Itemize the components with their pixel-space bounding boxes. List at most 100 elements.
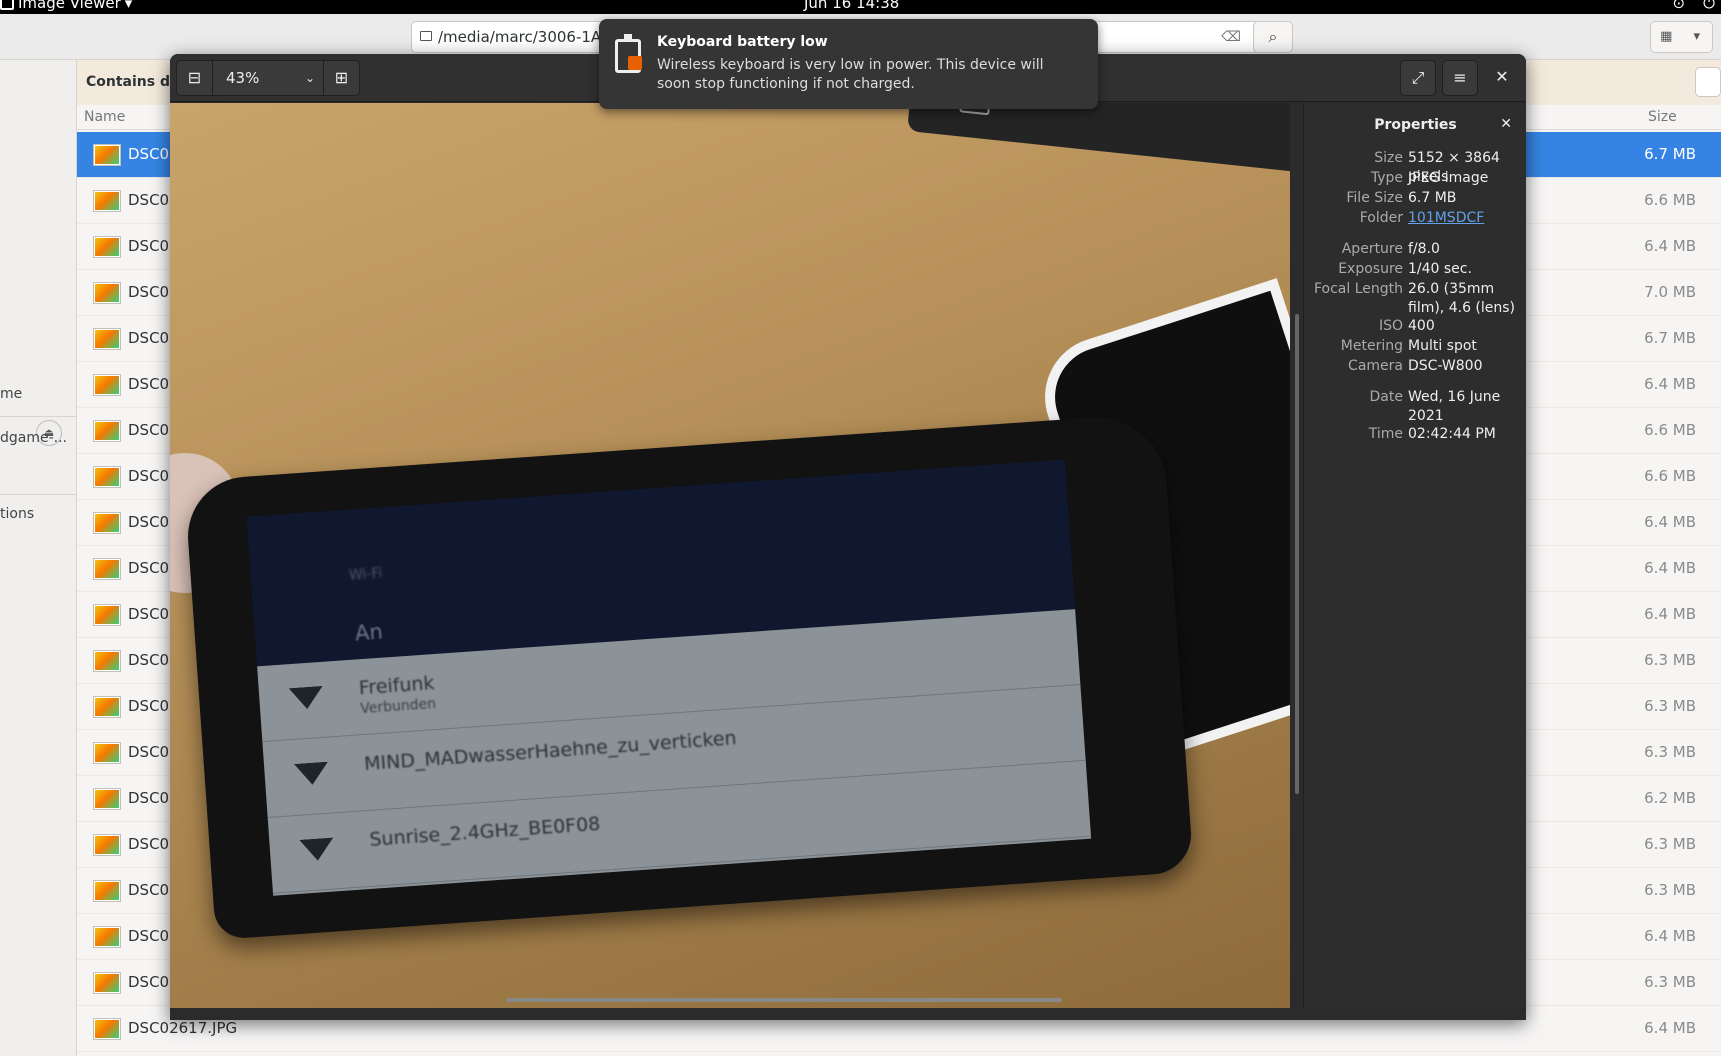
prop-label: Exposure (1338, 261, 1403, 277)
image-file-icon (94, 835, 120, 855)
file-size: 6.4 MB (1644, 237, 1696, 255)
app-name: Image Viewer (18, 0, 121, 12)
file-size: 6.4 MB (1644, 559, 1696, 577)
image-file-icon (94, 973, 120, 993)
file-size: 6.6 MB (1644, 191, 1696, 209)
image-file-icon (94, 651, 120, 671)
wifi-lock-icon (299, 837, 334, 861)
column-size-header[interactable]: Size (1648, 109, 1677, 125)
file-name: DSC0 (128, 191, 170, 209)
grid-view-icon[interactable]: ▦ (1651, 22, 1682, 52)
prop-value: JPEG image (1408, 170, 1489, 186)
image-file-icon (94, 191, 120, 211)
info-bar-button[interactable] (1695, 67, 1721, 97)
image-file-icon (94, 421, 120, 441)
file-size: 6.4 MB (1644, 375, 1696, 393)
prop-value: f/8.0 (1408, 241, 1440, 257)
prop-label: ISO (1378, 318, 1403, 334)
file-name: DSC0 (128, 237, 170, 255)
file-size: 6.6 MB (1644, 467, 1696, 485)
photo-network-name: Sunrise_2.4GHz_BE0F08 (368, 812, 601, 851)
top-bar: Image Viewer ▾ Jun 16 14:38 ⊙ ⏻ (0, 0, 1721, 14)
file-name: DSC0 (128, 329, 170, 347)
file-name: DSC0 (128, 789, 170, 807)
hamburger-icon: ≡ (1453, 68, 1467, 87)
column-name-header[interactable]: Name (84, 109, 125, 125)
image-file-icon (94, 329, 120, 349)
chevron-down-icon[interactable]: ▾ (1682, 22, 1713, 52)
notification-body: Wireless keyboard is very low in power. … (657, 57, 1044, 92)
clear-text-icon[interactable]: ⌫ (1221, 22, 1241, 52)
prop-value: 02:42:44 PM (1408, 426, 1496, 442)
file-name: DSC0 (128, 467, 170, 485)
prop-label: Type (1370, 170, 1403, 186)
image-file-icon (94, 743, 120, 763)
wifi-icon (289, 686, 324, 710)
file-name: DSC0 (128, 697, 170, 715)
wifi-lock-icon (294, 762, 329, 786)
photo-device-top (906, 103, 1290, 175)
close-properties-icon[interactable]: ✕ (1500, 116, 1512, 132)
photo-network-name: MIND_MADwasserHaehne_zu_verticken (363, 727, 738, 776)
folder-link[interactable]: 101MSDCF (1408, 209, 1526, 228)
vertical-scrollbar[interactable] (1295, 314, 1299, 794)
image-file-icon (94, 283, 120, 303)
chevron-down-icon[interactable]: ⌄ (305, 61, 315, 95)
zoom-level-field[interactable]: 43% ⌄ (213, 60, 323, 96)
sidebar-item-other-locations[interactable]: tions (0, 506, 34, 522)
image-file-icon (94, 927, 120, 947)
search-icon: ⌕ (1268, 27, 1278, 46)
file-size: 6.6 MB (1644, 421, 1696, 439)
plus-icon: ⊞ (334, 68, 349, 87)
prop-value: DSC-W800 (1408, 358, 1483, 374)
prop-label: Focal Length (1313, 281, 1403, 297)
sidebar-item-dgame[interactable]: dgame-... (0, 430, 67, 446)
file-name: DSC02617.JPG (128, 1019, 238, 1037)
file-size: 6.3 MB (1644, 697, 1696, 715)
file-size: 6.2 MB (1644, 789, 1696, 807)
menu-button[interactable]: ≡ (1442, 60, 1478, 96)
zoom-level: 43% (226, 69, 260, 87)
divider (0, 494, 77, 495)
prop-value: Multi spot (1408, 338, 1477, 354)
view-options[interactable]: ▦ ▾ (1650, 21, 1713, 53)
fullscreen-button[interactable]: ⤢ (1400, 60, 1436, 96)
prop-label: Date (1369, 389, 1403, 405)
file-size: 6.4 MB (1644, 513, 1696, 531)
file-name: DSC0 (128, 835, 170, 853)
clock[interactable]: Jun 16 14:38 (804, 0, 899, 12)
image-canvas[interactable]: Wi-Fi An Freifunk Verbunden MIND_MADwass… (170, 103, 1290, 1008)
file-name: DSC0 (128, 605, 170, 623)
file-size: 7.0 MB (1644, 283, 1696, 301)
file-name: DSC0 (128, 283, 170, 301)
prop-value: 26.0 (35mm film), 4.6 (lens) (1408, 281, 1516, 316)
file-size: 6.4 MB (1644, 1019, 1696, 1037)
file-name: DSC0 (128, 375, 170, 393)
properties-panel: Properties ✕ Size 5152 × 3864 pixels Typ… (1303, 103, 1526, 1008)
zoom-in-button[interactable]: ⊞ (323, 60, 360, 96)
zoom-out-button[interactable]: ⊟ (176, 60, 213, 96)
image-viewer-icon (0, 0, 14, 10)
search-button[interactable]: ⌕ (1253, 21, 1293, 53)
zoom-controls: ⊟ 43% ⌄ ⊞ (176, 60, 360, 96)
notification-banner[interactable]: Keyboard battery low Wireless keyboard i… (599, 19, 1098, 109)
prop-label: Aperture (1341, 241, 1403, 257)
horizontal-scrollbar[interactable] (506, 998, 1062, 1002)
prop-value: Wed, 16 June 2021 (1408, 389, 1501, 424)
viewer-bottom-strip (170, 1008, 1526, 1020)
file-size: 6.3 MB (1644, 973, 1696, 991)
battery-icon (615, 34, 642, 73)
system-tray[interactable]: ⊙ ⏻ (1673, 0, 1715, 12)
file-size: 6.3 MB (1644, 651, 1696, 669)
photo-wifi-toggle-label: An (354, 619, 384, 646)
sidebar-item-volume[interactable]: me (0, 386, 22, 402)
image-file-icon (94, 881, 120, 901)
divider (0, 416, 77, 417)
app-menu[interactable]: Image Viewer ▾ (0, 0, 132, 12)
file-name: DSC0 (128, 651, 170, 669)
file-name: DSC0 (128, 513, 170, 531)
places-sidebar: me ⏏ dgame-... tions (0, 60, 77, 1056)
file-name: DSC0 (128, 421, 170, 439)
file-name: DSC0 (128, 743, 170, 761)
close-button[interactable]: ✕ (1484, 60, 1520, 96)
